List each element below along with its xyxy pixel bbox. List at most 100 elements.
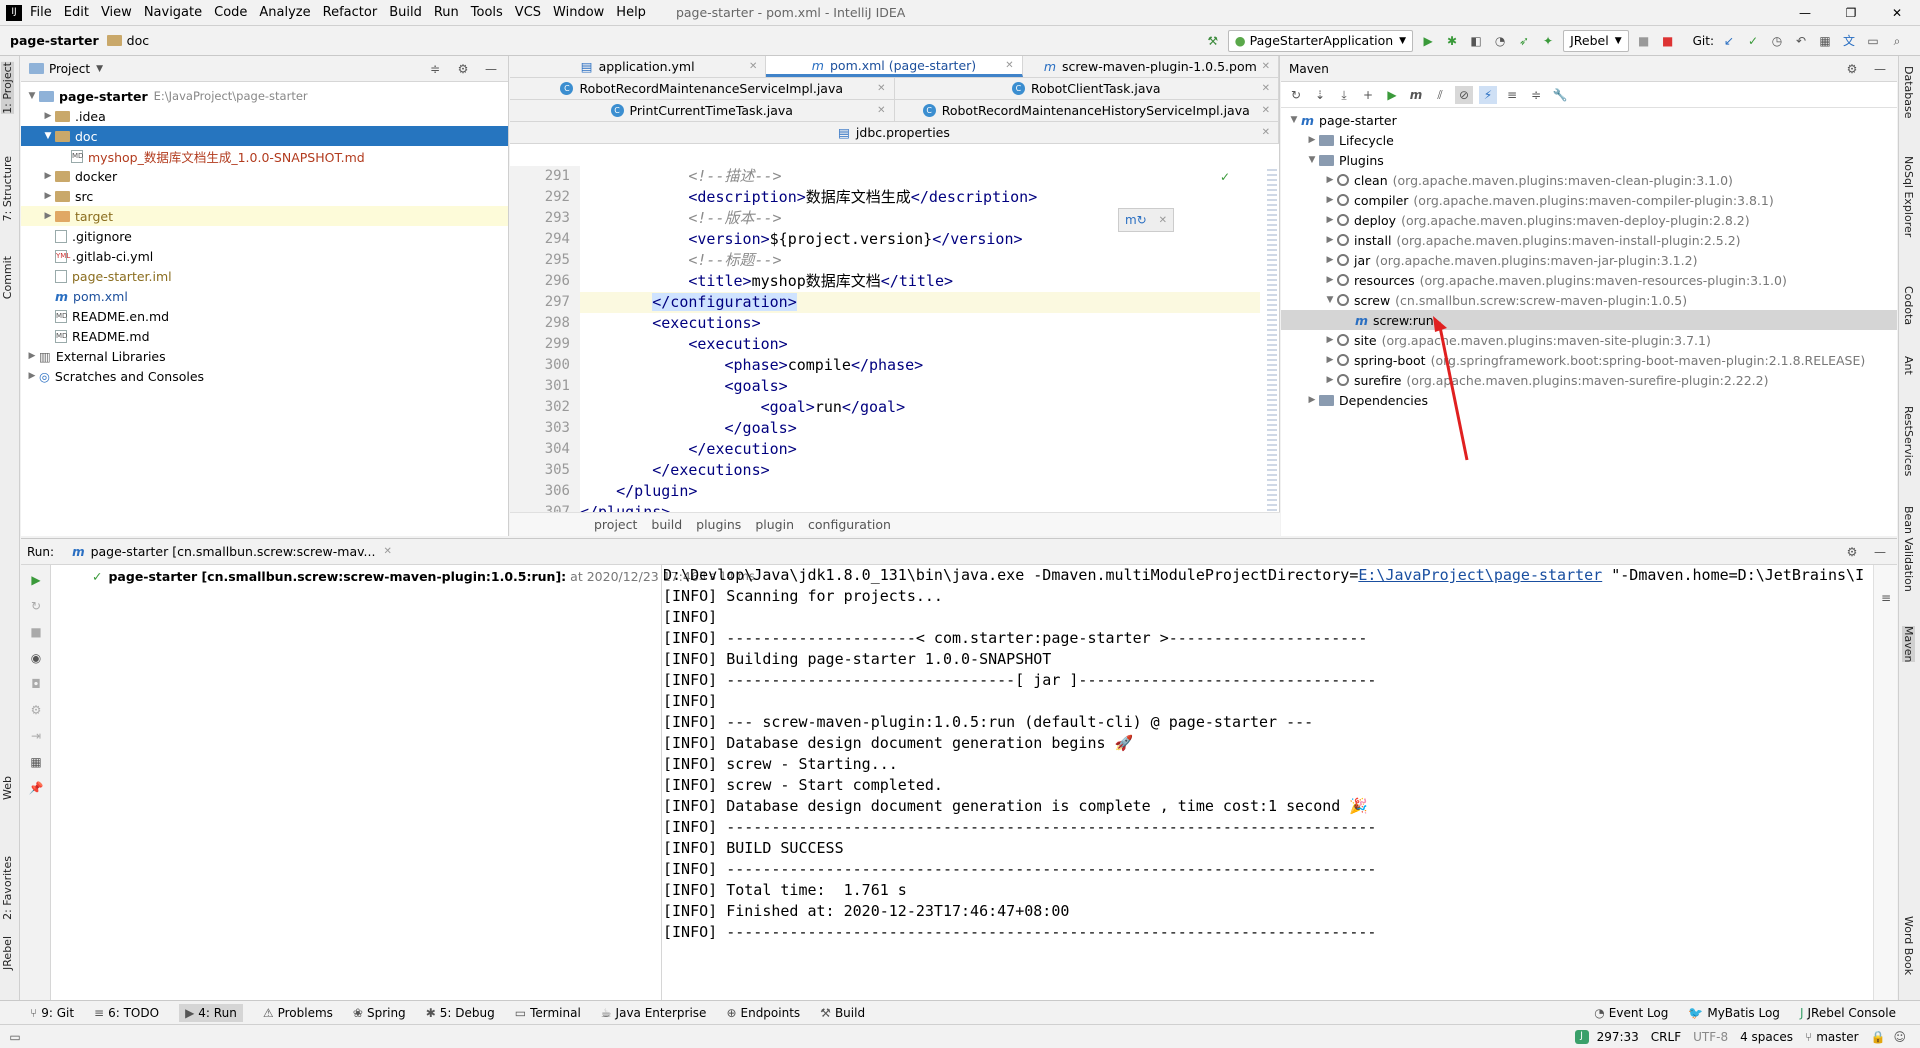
rerun-icon[interactable]: ▶ xyxy=(27,571,45,589)
chevron-down-icon[interactable]: ▼ xyxy=(1305,155,1319,165)
pin-icon[interactable]: 📌 xyxy=(27,779,45,797)
layout-icon[interactable]: ▭ xyxy=(1864,32,1882,50)
tree-item[interactable]: page-starter.iml xyxy=(21,266,508,286)
chevron-right-icon[interactable]: ▶ xyxy=(1323,215,1337,225)
stripe-codota[interactable]: Codota xyxy=(1902,286,1915,325)
maven-tree-item[interactable]: ▼ m page-starter xyxy=(1281,110,1897,130)
rerun-failed-icon[interactable]: ↻ xyxy=(27,597,45,615)
close-icon[interactable]: ✕ xyxy=(1159,215,1167,226)
stripe-commit[interactable]: Commit xyxy=(1,256,14,299)
stripe-project[interactable]: 1: Project xyxy=(1,62,14,114)
hide-icon[interactable]: — xyxy=(1871,543,1889,561)
breadcrumb-item[interactable]: build xyxy=(651,517,682,532)
menu-item-vcs[interactable]: VCS xyxy=(515,5,541,20)
run-icon[interactable]: ▶ xyxy=(1419,32,1437,50)
git-update-icon[interactable]: ↙ xyxy=(1720,32,1738,50)
stripe-database[interactable]: Database xyxy=(1902,66,1915,119)
expand-all-icon[interactable]: ≡ xyxy=(1503,86,1521,104)
tool-window-javaenterprise[interactable]: ☕ Java Enterprise xyxy=(601,1006,707,1020)
menu-item-tools[interactable]: Tools xyxy=(471,5,503,20)
close-icon[interactable]: ✕ xyxy=(1262,127,1270,138)
tree-item[interactable]: ▶ ▥ External Libraries xyxy=(21,346,508,366)
maven-tree-item[interactable]: ▶ clean (org.apache.maven.plugins:maven-cl… xyxy=(1281,170,1897,190)
layout-icon[interactable]: ▭ xyxy=(6,1028,24,1046)
chevron-right-icon[interactable]: ▶ xyxy=(25,371,39,381)
editor-tab[interactable]: C RobotRecordMaintenanceHistoryServiceImp… xyxy=(895,100,1279,121)
tool-window-problems[interactable]: ⚠ Problems xyxy=(263,1006,333,1020)
editor-tab[interactable]: C RobotClientTask.java ✕ xyxy=(895,78,1279,99)
editor-tab[interactable]: ▤ application.yml ✕ xyxy=(510,56,767,77)
stop-icon[interactable]: ■ xyxy=(1635,32,1653,50)
run-entry[interactable]: ✓ page-starter [cn.smallbun.screw:screw-… xyxy=(52,565,755,587)
tool-window-mybatislog[interactable]: 🐦 MyBatis Log xyxy=(1688,1006,1780,1020)
debug-icon[interactable]: ✱ xyxy=(1443,32,1461,50)
maven-tree-item[interactable]: ▶ jar (org.apache.maven.plugins:maven-jar-… xyxy=(1281,250,1897,270)
chevron-down-icon[interactable]: ▼ xyxy=(25,91,39,101)
editor-tab[interactable]: C PrintCurrentTimeTask.java ✕ xyxy=(510,100,895,121)
maven-tree-item[interactable]: m screw:run xyxy=(1281,310,1897,330)
chevron-down-icon[interactable]: ▼ xyxy=(1323,295,1337,305)
chevron-right-icon[interactable]: ▶ xyxy=(1323,335,1337,345)
wrench-icon[interactable]: 🔧 xyxy=(1551,86,1569,104)
chevron-right-icon[interactable]: ▶ xyxy=(41,191,55,201)
maven-tree-item[interactable]: ▶ compiler (org.apache.maven.plugins:maven… xyxy=(1281,190,1897,210)
git-history-icon[interactable]: ◷ xyxy=(1768,32,1786,50)
tree-item[interactable]: ▼ page-starter E:\JavaProject\page-starter xyxy=(21,86,508,106)
stripe-restservices[interactable]: RestServices xyxy=(1902,406,1915,476)
maven-tree-item[interactable]: ▶ surefire (org.apache.maven.plugins:maven… xyxy=(1281,370,1897,390)
line-separator[interactable]: CRLF xyxy=(1651,1030,1681,1044)
menu-item-run[interactable]: Run xyxy=(434,5,459,20)
editor-tab[interactable]: m pom.xml (page-starter) ✕ xyxy=(766,56,1023,77)
tree-item[interactable]: .gitignore xyxy=(21,226,508,246)
jrebel-run-icon[interactable]: ➶ xyxy=(1515,32,1533,50)
close-icon[interactable]: ✕ xyxy=(1005,60,1013,71)
camera-icon[interactable]: ◘ xyxy=(27,675,45,693)
tree-item[interactable]: ▼ doc xyxy=(21,126,508,146)
chevron-right-icon[interactable]: ▶ xyxy=(41,171,55,181)
maven-tree-item[interactable]: ▶ resources (org.apache.maven.plugins:mave… xyxy=(1281,270,1897,290)
soft-wrap-icon[interactable]: ≡ xyxy=(1877,589,1895,607)
close-icon[interactable]: ✕ xyxy=(1262,83,1270,94)
tool-window-run[interactable]: ▶ 4: Run xyxy=(179,1003,243,1022)
editor-tab[interactable]: C RobotRecordMaintenanceServiceImpl.java ✕ xyxy=(510,78,895,99)
jrebel-debug-icon[interactable]: ✦ xyxy=(1539,32,1557,50)
menu-item-window[interactable]: Window xyxy=(553,5,604,20)
breadcrumb-item[interactable]: configuration xyxy=(808,517,891,532)
tree-item[interactable]: ▶ docker xyxy=(21,166,508,186)
skip-tests-icon[interactable]: ⊘ xyxy=(1455,85,1473,104)
tool-window-debug[interactable]: ✱ 5: Debug xyxy=(426,1006,495,1020)
git-commit-icon[interactable]: ✓ xyxy=(1744,32,1762,50)
stripe-web[interactable]: Web xyxy=(1,776,14,800)
editor-scrollbar[interactable] xyxy=(1267,166,1277,512)
chevron-right-icon[interactable]: ▶ xyxy=(41,211,55,221)
profile-icon[interactable]: ◔ xyxy=(1491,32,1509,50)
hide-icon[interactable]: — xyxy=(482,60,500,78)
toggle-offline-icon[interactable]: ⫽ xyxy=(1431,86,1449,104)
caret-position[interactable]: 297:33 xyxy=(1597,1030,1639,1044)
chevron-right-icon[interactable]: ▶ xyxy=(1323,235,1337,245)
download-icon[interactable]: ⤓ xyxy=(1335,86,1353,104)
maven-tree-item[interactable]: ▶ spring-boot (org.springframework.boot:sp… xyxy=(1281,350,1897,370)
jrebel-select[interactable]: JRebel ▼ xyxy=(1563,29,1629,52)
close-icon[interactable]: ✕ xyxy=(383,546,391,557)
chevron-right-icon[interactable]: ▶ xyxy=(1323,275,1337,285)
project-structure-icon[interactable]: ▦ xyxy=(1816,32,1834,50)
tool-window-todo[interactable]: ≡ 6: TODO xyxy=(94,1006,159,1020)
breadcrumb-item[interactable]: plugins xyxy=(696,517,741,532)
stripe-structure[interactable]: 7: Structure xyxy=(1,156,14,221)
project-panel-title[interactable]: Project xyxy=(49,62,90,76)
maven-tree-item[interactable]: ▶ install (org.apache.maven.plugins:maven-… xyxy=(1281,230,1897,250)
stop-icon[interactable]: ■ xyxy=(27,623,45,641)
tree-item[interactable]: ▶ target xyxy=(21,206,508,226)
hammer-icon[interactable]: ⚒ xyxy=(1204,32,1222,50)
tool-window-eventlog[interactable]: ◔ Event Log xyxy=(1594,1006,1668,1020)
run-config-select[interactable]: ● PageStarterApplication ▼ xyxy=(1227,29,1414,52)
gear-icon[interactable]: ⚙ xyxy=(454,60,472,78)
stripe-nosql-explorer[interactable]: NoSql Explorer xyxy=(1902,156,1915,237)
close-icon[interactable]: ✕ xyxy=(877,105,885,116)
reload-icon[interactable]: ↻ xyxy=(1287,86,1305,104)
notifications-icon[interactable]: ☺ xyxy=(1893,1030,1906,1044)
import-icon[interactable]: ⇥ xyxy=(27,727,45,745)
stop-red-icon[interactable]: ■ xyxy=(1659,32,1677,50)
close-icon[interactable]: ✕ xyxy=(877,83,885,94)
